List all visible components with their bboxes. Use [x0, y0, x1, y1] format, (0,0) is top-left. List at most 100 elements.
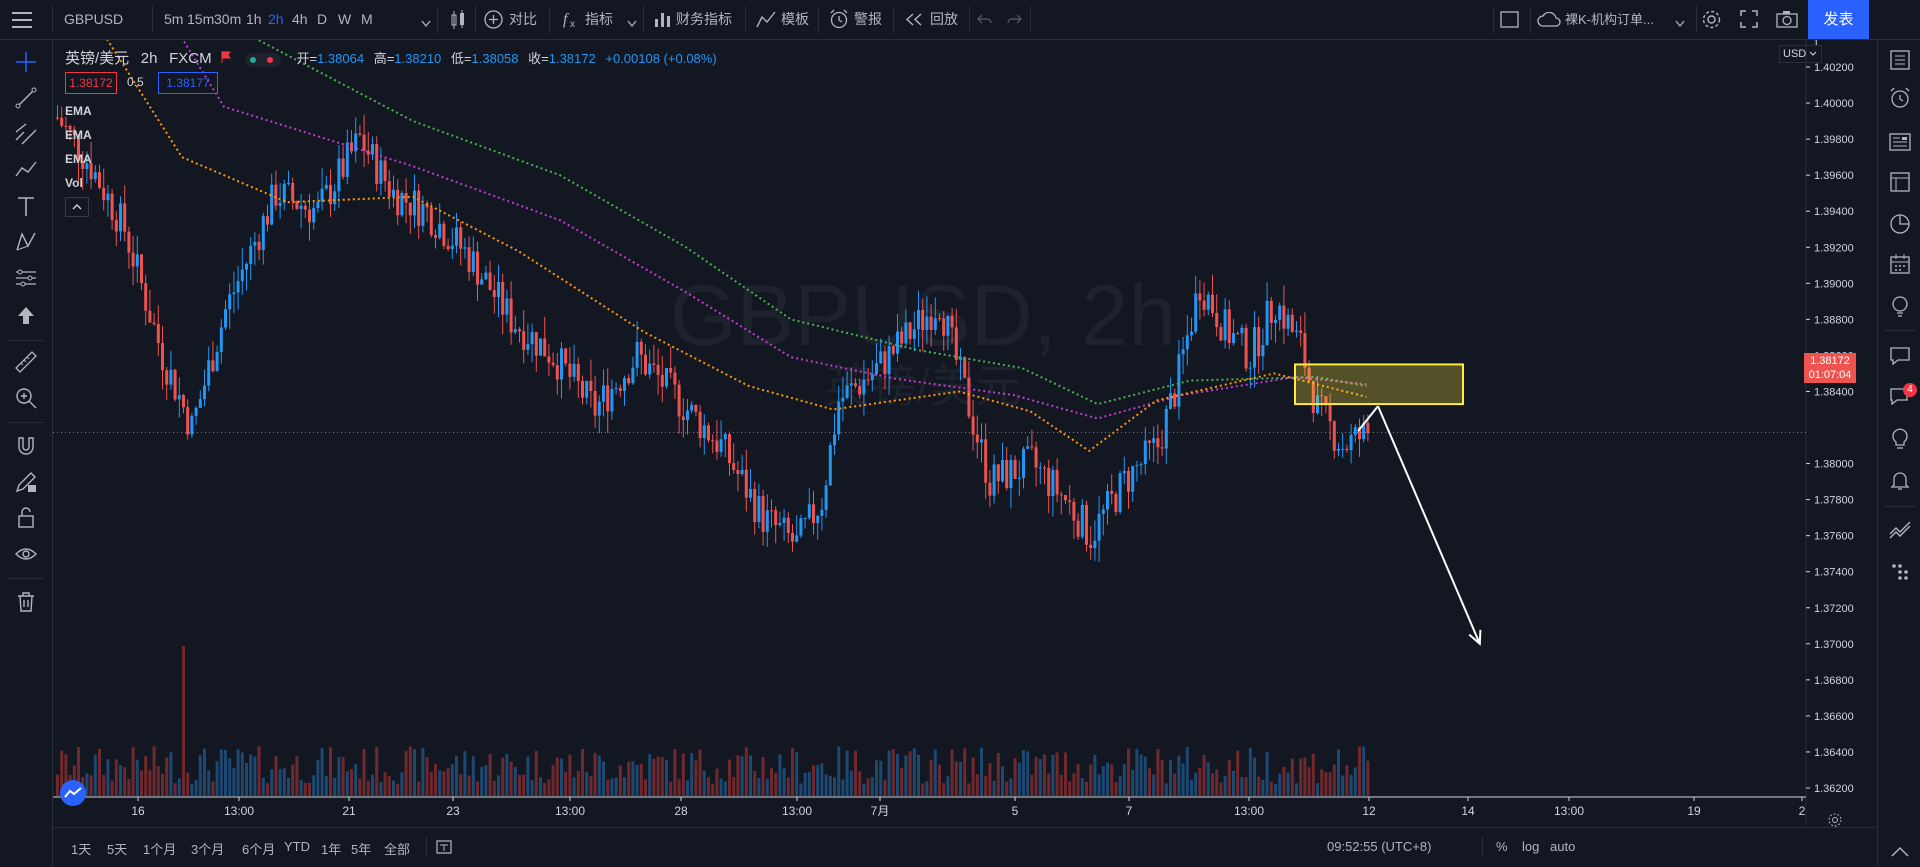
undo-icon[interactable] — [977, 12, 993, 29]
fib-icon[interactable] — [14, 122, 38, 149]
candle-type-icon[interactable] — [449, 10, 467, 33]
eye-icon[interactable] — [14, 542, 38, 569]
lightbulb-icon[interactable] — [1888, 426, 1912, 453]
range-0[interactable]: 1天 — [71, 839, 91, 858]
log-scale-toggle[interactable]: log — [1522, 839, 1539, 854]
indicator-ema-1[interactable]: EMA — [65, 104, 92, 118]
magnet-icon[interactable] — [14, 434, 38, 461]
lock-icon[interactable] — [14, 506, 38, 533]
alarm-clock-icon[interactable] — [1888, 86, 1912, 113]
chevron-down-icon[interactable] — [627, 16, 637, 31]
compare-icon[interactable] — [484, 10, 503, 32]
volume-bar — [551, 765, 555, 796]
compare-button[interactable]: 对比 — [509, 0, 537, 39]
interval-30m[interactable]: 30m — [214, 0, 241, 39]
chevron-up-icon[interactable] — [1888, 842, 1912, 865]
more-dots-icon[interactable] — [1888, 560, 1912, 587]
alarm-clock-icon[interactable] — [829, 9, 849, 32]
replay-icon[interactable] — [905, 13, 923, 29]
measure-lines-icon[interactable] — [14, 266, 38, 293]
arrow-up-icon[interactable] — [14, 304, 38, 331]
market-status-badge[interactable] — [244, 52, 281, 67]
crosshair-icon[interactable] — [14, 50, 38, 77]
text-icon[interactable] — [14, 194, 38, 221]
range-2[interactable]: 1个月 — [143, 839, 176, 858]
collapse-legend-button[interactable] — [65, 197, 89, 217]
range-1[interactable]: 5天 — [107, 839, 127, 858]
templates-icon[interactable] — [756, 11, 776, 31]
function-icon[interactable]: fx — [561, 9, 581, 32]
candle-body — [513, 329, 517, 333]
volume-bar — [526, 756, 530, 796]
range-6[interactable]: 1年 — [321, 839, 341, 858]
financials-button[interactable]: 财务指标 — [676, 0, 732, 39]
interval-D[interactable]: D — [317, 0, 327, 39]
bar-chart-icon[interactable] — [654, 11, 672, 31]
interval-4h[interactable]: 4h — [292, 0, 308, 39]
indicator-ema-2[interactable]: EMA — [65, 128, 92, 142]
templates-button[interactable]: 模板 — [781, 0, 809, 39]
indicator-ema-3[interactable]: EMA — [65, 152, 92, 166]
indicator-vol[interactable]: Vol — [65, 176, 83, 190]
interval-2h[interactable]: 2h — [268, 0, 284, 39]
volume-bar — [564, 771, 568, 796]
ideas-icon[interactable] — [1888, 294, 1912, 321]
cloud-icon[interactable] — [1537, 11, 1561, 31]
chevron-down-icon[interactable] — [421, 16, 431, 31]
flag-icon[interactable] — [221, 51, 232, 63]
fullscreen-icon[interactable] — [1740, 10, 1758, 31]
layout-select-icon[interactable] — [1500, 11, 1520, 32]
layout-name[interactable]: 裸K-机构订单... — [1565, 0, 1654, 39]
trend-line-icon[interactable] — [14, 86, 38, 113]
currency-selector[interactable]: USD — [1779, 45, 1822, 63]
interval-5m[interactable]: 5m — [164, 0, 183, 39]
trash-icon[interactable] — [14, 590, 38, 617]
redo-icon[interactable] — [1006, 12, 1022, 29]
trading-panel-icon[interactable] — [1888, 518, 1912, 545]
legend-title[interactable]: 英镑/美元 — [65, 50, 129, 67]
go-to-date-icon[interactable] — [435, 839, 453, 858]
clock-label[interactable]: 09:52:55 (UTC+8) — [1327, 839, 1431, 854]
chevron-down-icon[interactable] — [1675, 16, 1685, 31]
bell-icon[interactable] — [1888, 468, 1912, 495]
volume-bar — [1257, 776, 1261, 796]
sell-price-box[interactable]: 1.38172 — [65, 72, 117, 94]
range-3[interactable]: 3个月 — [191, 839, 224, 858]
candle-body — [287, 182, 290, 184]
interval-15m[interactable]: 15m — [187, 0, 214, 39]
range-8[interactable]: 全部 — [384, 839, 410, 858]
chart-pane[interactable]: GBPUSD, 2h 英镑/美元 1 1.40200 1.40000 1.39800 1.3… — [53, 40, 1876, 827]
zoom-in-icon[interactable] — [14, 386, 38, 413]
xabcd-icon[interactable] — [14, 230, 38, 257]
range-4[interactable]: 6个月 — [242, 839, 275, 858]
range-5[interactable]: YTD — [284, 839, 310, 854]
range-7[interactable]: 5年 — [351, 839, 371, 858]
camera-icon[interactable] — [1776, 10, 1798, 31]
volume-bar — [904, 755, 908, 796]
publish-button[interactable]: 发表 — [1808, 0, 1869, 39]
ruler-icon[interactable] — [14, 350, 38, 377]
buy-price-box[interactable]: 1.38177 — [158, 72, 218, 94]
interval-1h[interactable]: 1h — [246, 0, 262, 39]
pencil-lock-icon[interactable] — [14, 470, 38, 497]
percent-scale-toggle[interactable]: % — [1496, 839, 1508, 854]
calendar-icon[interactable] — [1888, 252, 1912, 279]
gear-icon[interactable] — [1701, 9, 1722, 33]
chevron-down-icon — [1809, 51, 1817, 56]
watchlist-icon[interactable] — [1888, 48, 1912, 75]
hotlist-icon[interactable] — [1888, 212, 1912, 239]
pattern-icon[interactable] — [14, 158, 38, 185]
menu-icon[interactable] — [12, 11, 32, 28]
volume-bar — [845, 750, 849, 796]
alerts-button[interactable]: 警报 — [854, 0, 882, 39]
auto-scale-toggle[interactable]: auto — [1550, 839, 1575, 854]
indicators-button[interactable]: 指标 — [585, 0, 613, 39]
replay-button[interactable]: 回放 — [930, 0, 958, 39]
interval-W[interactable]: W — [338, 0, 351, 39]
data-window-icon[interactable] — [1888, 170, 1912, 197]
news-icon[interactable] — [1888, 130, 1912, 157]
tradingview-logo[interactable] — [60, 780, 86, 806]
chat-icon[interactable] — [1888, 344, 1912, 371]
symbol-search[interactable]: GBPUSD — [64, 0, 123, 39]
interval-M[interactable]: M — [361, 0, 373, 39]
